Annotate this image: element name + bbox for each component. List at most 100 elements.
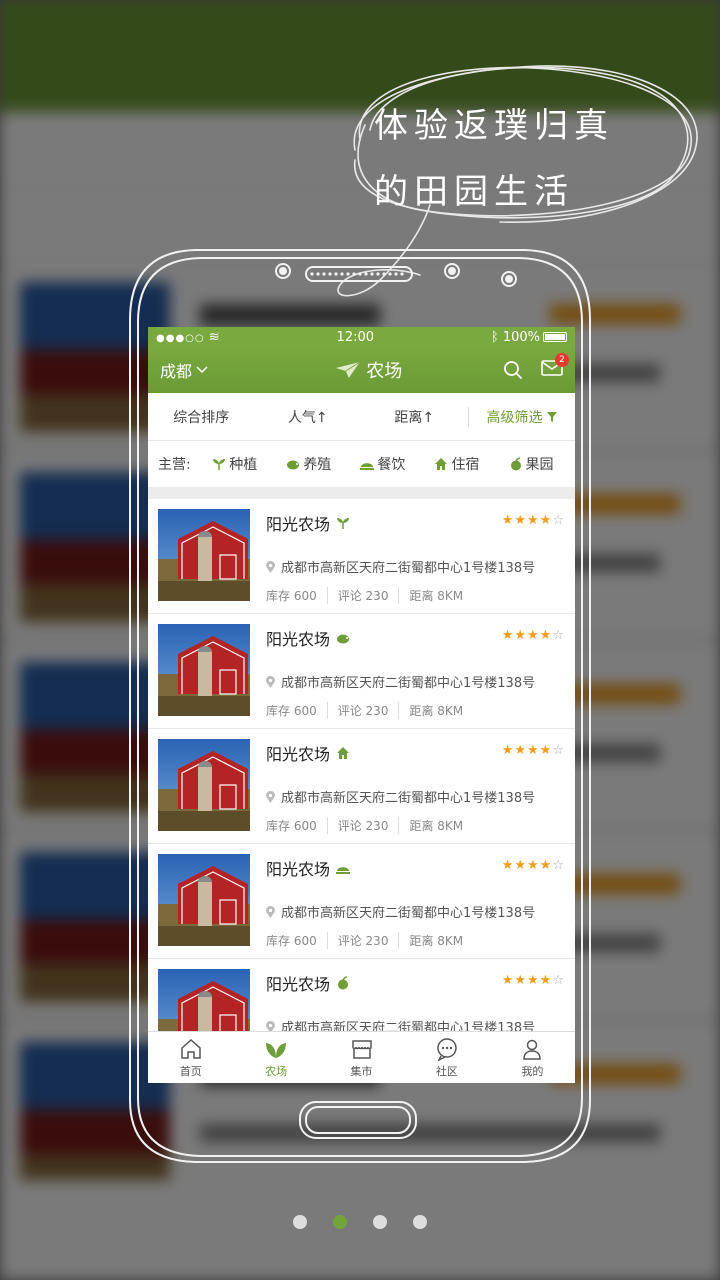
- farm-name: 阳光农场: [266, 626, 350, 650]
- page-title-text: 农场: [366, 361, 403, 382]
- battery-text: 100%: [502, 329, 540, 345]
- category-orchard[interactable]: 果园: [497, 454, 565, 474]
- tab-profile[interactable]: 我的: [490, 1032, 575, 1083]
- category-orchard-label: 果园: [525, 457, 554, 473]
- category-lodging-label: 住宿: [451, 457, 480, 473]
- farm-stock: 库存 600: [266, 704, 317, 718]
- home-icon: [180, 1038, 201, 1059]
- bottom-tab-bar: 首页 农场 集市 社区 我的: [148, 1031, 575, 1083]
- farm-name-text: 阳光农场: [266, 745, 331, 764]
- category-bar: 主营: 种植 养殖 餐饮 住宿 果园: [148, 441, 575, 487]
- chevron-down-icon: [196, 366, 208, 374]
- leaf-icon: [266, 1042, 287, 1058]
- farm-meta: 库存 600 评论 230距离 8KM: [266, 817, 473, 834]
- farm-photo: [158, 854, 250, 946]
- message-count-badge: 2: [555, 353, 569, 367]
- location-pin-icon: [266, 790, 275, 803]
- category-breeding-label: 养殖: [303, 457, 332, 473]
- sprout-icon: [213, 459, 226, 470]
- farm-list-item[interactable]: 阳光农场 ★★★★☆ 成都市高新区天府二街蜀都中心1号楼138号库存 600 评论 2…: [148, 729, 575, 844]
- chat-icon: [437, 1037, 457, 1061]
- farm-meta: 库存 600 评论 230距离 8KM: [266, 587, 473, 604]
- farm-distance: 距离 8KM: [398, 702, 473, 719]
- house-icon: [337, 747, 350, 759]
- pig-icon: [287, 460, 300, 470]
- farm-address-text: 成都市高新区天府二街蜀都中心1号楼138号: [281, 906, 536, 921]
- tab-farm[interactable]: 农场: [233, 1032, 318, 1083]
- category-planting-label: 种植: [229, 457, 258, 473]
- nav-bar: 成都 农场 2: [148, 347, 575, 393]
- tab-community-label: 社区: [435, 1064, 458, 1078]
- farm-address: 成都市高新区天府二街蜀都中心1号楼138号: [266, 557, 535, 576]
- house-icon: [435, 458, 448, 470]
- farm-address-text: 成都市高新区天府二街蜀都中心1号楼138号: [281, 676, 536, 691]
- signal-icon: ●●●○○: [156, 332, 205, 344]
- farm-comments: 评论 230: [326, 587, 399, 604]
- page-title: 农场: [334, 357, 402, 383]
- status-bar: ●●●○○ ≋ 12:00 ᛒ 100%: [148, 327, 575, 347]
- farm-photo: [158, 624, 250, 716]
- shop-icon: [351, 1039, 372, 1059]
- category-dining[interactable]: 餐饮: [349, 454, 417, 474]
- tab-market-label: 集市: [350, 1064, 373, 1078]
- status-time: 12:00: [336, 329, 375, 345]
- battery-icon: [543, 332, 567, 342]
- farm-stock: 库存 600: [266, 934, 317, 948]
- tab-community[interactable]: 社区: [404, 1032, 489, 1083]
- farm-name: 阳光农场: [266, 856, 351, 880]
- farm-address-text: 成都市高新区天府二街蜀都中心1号楼138号: [281, 561, 536, 576]
- wifi-icon: ≋: [208, 329, 220, 345]
- category-lodging[interactable]: 住宿: [423, 454, 491, 474]
- farm-list-item[interactable]: 阳光农场 ★★★★☆ 成都市高新区天府二街蜀都中心1号楼138号库存 600 评论 2…: [148, 499, 575, 614]
- section-divider: [148, 487, 575, 499]
- page-dot[interactable]: [293, 1215, 307, 1229]
- category-dining-label: 餐饮: [377, 457, 406, 473]
- dish-icon: [360, 463, 375, 470]
- category-label: 主营:: [158, 457, 191, 473]
- search-icon[interactable]: [503, 360, 523, 380]
- tab-market[interactable]: 集市: [319, 1032, 404, 1083]
- sort-default[interactable]: 综合排序: [148, 407, 255, 427]
- farm-list-item[interactable]: 阳光农场 ★★★★☆ 成都市高新区天府二街蜀都中心1号楼138号库存 600 评论 2…: [148, 844, 575, 959]
- farm-name: 阳光农场: [266, 741, 350, 765]
- farm-address: 成都市高新区天府二街蜀都中心1号楼138号: [266, 672, 535, 691]
- bluetooth-icon: ᛒ: [490, 329, 499, 345]
- city-selector[interactable]: 成都: [160, 358, 208, 382]
- messages-button[interactable]: 2: [541, 353, 569, 380]
- sprout-icon: [337, 518, 350, 529]
- farm-name-text: 阳光农场: [266, 860, 331, 879]
- pig-icon: [337, 634, 350, 644]
- tab-farm-label: 农场: [265, 1064, 288, 1078]
- sort-popularity[interactable]: 人气↑: [255, 407, 362, 427]
- rating-stars: ★★★★☆: [501, 743, 565, 758]
- category-planting[interactable]: 种植: [201, 454, 269, 474]
- farm-comments: 评论 230: [326, 817, 399, 834]
- farm-meta: 库存 600 评论 230距离 8KM: [266, 702, 473, 719]
- farm-distance: 距离 8KM: [398, 817, 473, 834]
- farm-address-text: 成都市高新区天府二街蜀都中心1号楼138号: [281, 791, 536, 806]
- page-dot[interactable]: [333, 1215, 347, 1229]
- page-dot[interactable]: [373, 1215, 387, 1229]
- location-pin-icon: [266, 905, 275, 918]
- sort-bar: 综合排序 人气↑ 距离↑ 高级筛选: [148, 393, 575, 441]
- filter-icon: [546, 411, 557, 422]
- rating-stars: ★★★★☆: [501, 628, 565, 643]
- farm-name-text: 阳光农场: [266, 515, 331, 534]
- farm-comments: 评论 230: [326, 702, 399, 719]
- tab-home[interactable]: 首页: [148, 1032, 233, 1083]
- user-icon: [523, 1039, 542, 1060]
- dish-icon: [336, 867, 351, 874]
- phone-screen: ●●●○○ ≋ 12:00 ᛒ 100% 成都 农场 2 综合排序 人气↑ 距离…: [148, 327, 575, 1083]
- page-dot[interactable]: [413, 1215, 427, 1229]
- location-pin-icon: [266, 560, 275, 573]
- headline-line-1: 体验返璞归真: [374, 106, 614, 146]
- farm-list-item[interactable]: 阳光农场 ★★★★☆ 成都市高新区天府二街蜀都中心1号楼138号库存 600 评论 2…: [148, 614, 575, 729]
- advanced-filter-button[interactable]: 高级筛选: [467, 406, 576, 427]
- category-breeding[interactable]: 养殖: [275, 454, 343, 474]
- location-pin-icon: [266, 675, 275, 688]
- sort-distance[interactable]: 距离↑: [361, 407, 468, 427]
- farm-list: 阳光农场 ★★★★☆ 成都市高新区天府二街蜀都中心1号楼138号 库存 600 评论 2…: [148, 499, 575, 1074]
- farm-comments: 评论 230: [326, 932, 399, 949]
- farm-meta: 库存 600 评论 230距离 8KM: [266, 932, 473, 949]
- page-indicator: [0, 1215, 720, 1229]
